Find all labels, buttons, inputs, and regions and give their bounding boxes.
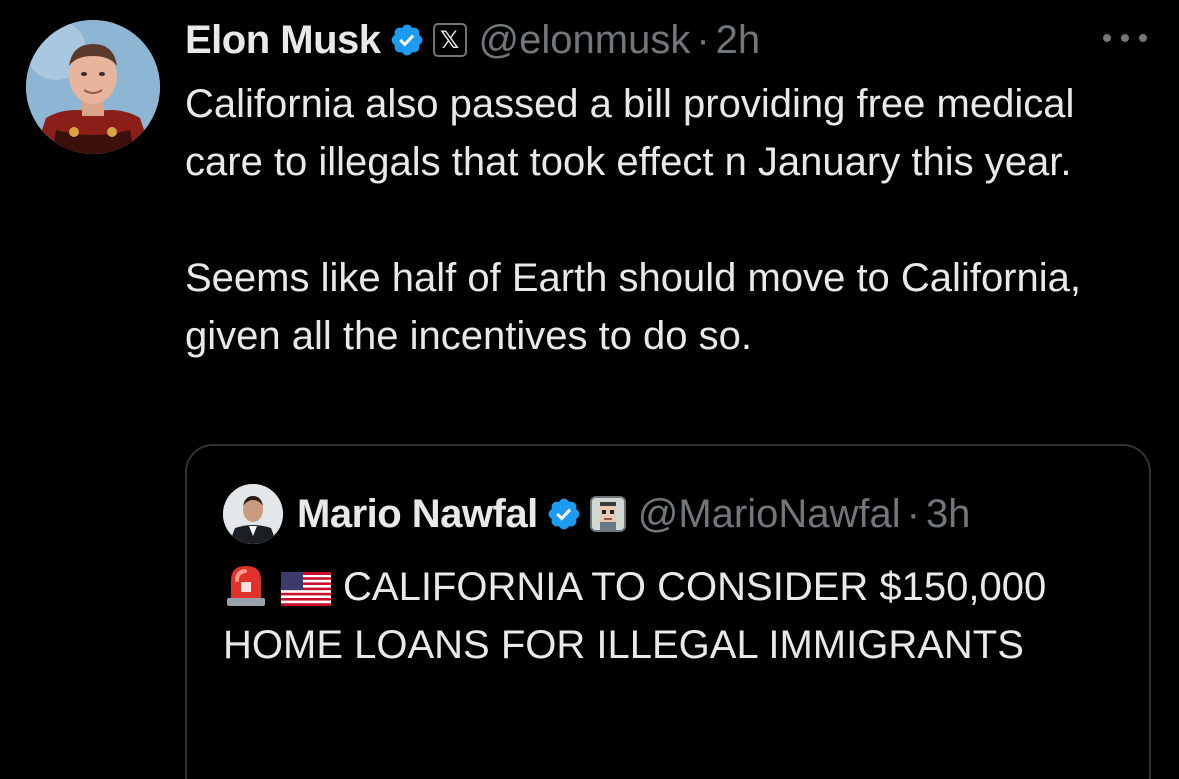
separator-dot: ·	[906, 491, 920, 536]
author-avatar[interactable]	[26, 20, 160, 154]
us-flag-emoji	[281, 572, 331, 606]
tweet-timestamp[interactable]: 2h	[716, 18, 761, 63]
tweet: Elon Musk 𝕏 @elonmusk · 2h California al…	[0, 0, 1179, 779]
more-dot	[1121, 34, 1129, 42]
tweet-paragraph: Seems like half of Earth should move to …	[185, 256, 1081, 358]
quoted-tweet-body: CALIFORNIA TO CONSIDER $150,000 HOME LOA…	[223, 565, 1047, 667]
tweet-text: California also passed a bill providing …	[185, 75, 1145, 365]
verified-badge-icon[interactable]	[546, 496, 582, 532]
quoted-author-name[interactable]: Mario Nawfal	[297, 492, 538, 537]
author-handle[interactable]: @elonmusk	[479, 18, 691, 63]
quoted-author-handle[interactable]: @MarioNawfal	[638, 492, 901, 537]
quoted-tweet-text: CALIFORNIA TO CONSIDER $150,000 HOME LOA…	[223, 558, 1123, 674]
quoted-author-avatar[interactable]	[223, 484, 283, 544]
quoted-tweet-header: Mario Nawfal @MarioNawfal · 3h	[223, 484, 970, 544]
tweet-header: Elon Musk 𝕏 @elonmusk · 2h	[185, 14, 760, 66]
rotating-light-emoji	[227, 566, 265, 606]
quoted-tweet-card[interactable]: Mario Nawfal @MarioNawfal · 3h CALIFORNI…	[185, 444, 1151, 779]
more-dot	[1103, 34, 1111, 42]
tweet-paragraph: California also passed a bill providing …	[185, 82, 1075, 184]
quoted-tweet-timestamp[interactable]: 3h	[926, 492, 971, 537]
more-horizontal-icon[interactable]	[1103, 24, 1147, 52]
x-logo-icon[interactable]: 𝕏	[432, 23, 467, 57]
more-dot	[1139, 34, 1147, 42]
author-name[interactable]: Elon Musk	[185, 18, 381, 63]
verified-badge-icon[interactable]	[389, 22, 425, 58]
pixel-avatar-icon[interactable]	[589, 496, 626, 532]
separator-dot: ·	[696, 17, 710, 62]
